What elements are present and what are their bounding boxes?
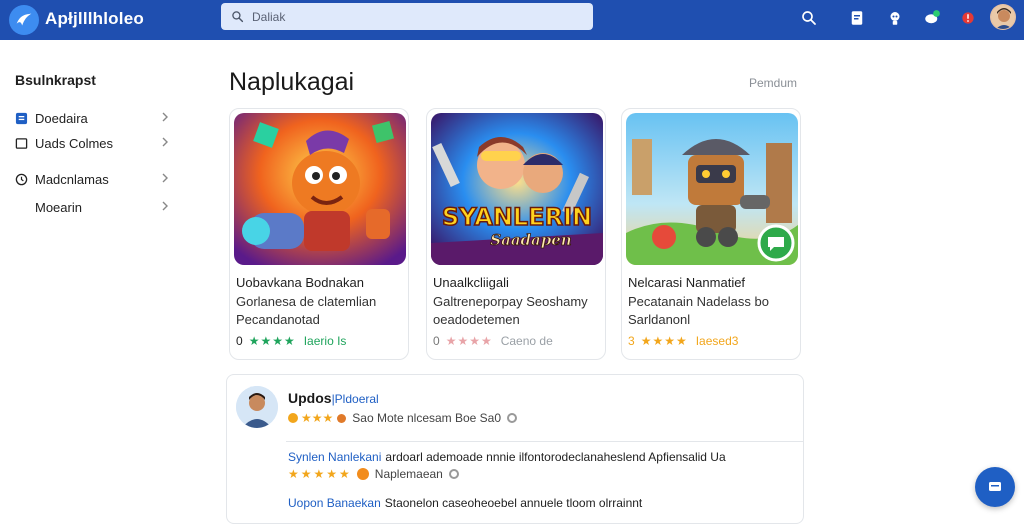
user-avatar[interactable] — [990, 4, 1016, 30]
app-thumbnail: SYANLERIN Saadapen — [431, 113, 603, 265]
app-description: Pecatanain Nadelass bo Sarldanonl — [628, 294, 769, 327]
rating-stars-icon: ★★★★ — [640, 334, 688, 348]
reviewer-avatar[interactable] — [236, 386, 278, 428]
top-app-bar: Apłjlllhloleo — [0, 0, 1024, 40]
square-icon — [14, 136, 28, 150]
sidebar-item-3[interactable]: Moearin — [14, 196, 174, 218]
badge-icon — [288, 413, 298, 423]
app-title: Nelcarasi Nanmatief — [628, 275, 746, 290]
review-stars-icon: ★★★★★ — [288, 467, 352, 481]
reviewer-stars-icon: ★★★ — [301, 411, 334, 425]
review-author-link[interactable]: Uopon Banaekan — [288, 496, 381, 510]
search-input[interactable] — [252, 9, 572, 24]
rating-value: 3 — [628, 334, 635, 348]
app-rating: 0 ★★★★ Iaerio Is — [236, 334, 346, 348]
review-rating: ★★★★★ Naplemaean — [288, 467, 459, 481]
app-description: Galtreneporpay Seoshamy oeadodetemen — [433, 294, 588, 327]
sidebar-item-label: Uads Colmes — [35, 135, 114, 151]
sidebar-item-2[interactable]: Madcnlamas — [14, 168, 174, 190]
rating-value: 0 — [433, 334, 440, 348]
art-title-text: SYANLERIN — [442, 203, 592, 231]
reviewer-meta-text: Sao Mote nlcesam Boe Sa0 — [352, 411, 502, 425]
search-bar[interactable] — [221, 3, 593, 30]
app-title: Apłjlllhloleo — [45, 9, 144, 28]
rating-count: Iaesed3 — [695, 334, 739, 348]
review-meta: Naplemaean — [374, 467, 443, 481]
rating-stars-icon: ★★★★ — [248, 334, 296, 348]
sidebar-item-0[interactable]: Doedaira — [14, 107, 174, 129]
chevron-right-icon — [162, 173, 168, 183]
info-icon — [337, 413, 347, 423]
rating-stars-icon: ★★★★ — [445, 334, 493, 348]
help-icon[interactable] — [448, 469, 459, 479]
app-rating: 3 ★★★★ Iaesed3 — [628, 334, 738, 348]
coin-icon — [356, 468, 369, 480]
see-more-link[interactable]: Pemdum — [749, 76, 797, 90]
sidebar-item-label: Moearin — [35, 199, 82, 215]
sidebar-title: Bsulnkrapst — [15, 72, 96, 88]
app-description: Gorlanesa de clatemlian Pecandanotad — [236, 294, 377, 327]
reviewer-name[interactable]: Updos|Pldoeral — [288, 390, 379, 406]
message-fab-button[interactable] — [975, 467, 1015, 507]
header-search-icon[interactable] — [797, 6, 821, 30]
app-card-2[interactable]: Nelcarasi Nanmatief Pecatanain Nadelass … — [621, 108, 801, 360]
section-title: Naplukagai — [229, 68, 355, 96]
app-title: Unaalkcliigali — [433, 275, 509, 290]
chat-notification-icon[interactable] — [920, 6, 944, 30]
message-icon — [989, 482, 1001, 491]
reviewer-role: |Pldoeral — [331, 392, 379, 406]
app-thumbnail — [626, 113, 798, 265]
app-title: Uobavkana Bodnakan — [236, 275, 364, 290]
app-rating: 0 ★★★★ Caeno de — [433, 334, 553, 348]
divider — [286, 441, 804, 442]
sidebar-item-label: Doedaira — [35, 110, 88, 126]
sidebar-item-1[interactable]: Uads Colmes — [14, 132, 174, 154]
support-icon[interactable] — [883, 6, 907, 30]
rating-value: 0 — [236, 334, 243, 348]
app-card-1[interactable]: SYANLERIN Saadapen Unaalkcliigali Galtre… — [426, 108, 606, 360]
art-subtitle-text: Saadapen — [490, 231, 571, 249]
help-icon[interactable] — [507, 413, 518, 423]
chevron-right-icon — [162, 137, 168, 147]
sidebar-item-label: Madcnlamas — [35, 171, 109, 187]
review-line-1[interactable]: Uopon Banaekan Staonelon caseoheoebel ann… — [288, 496, 642, 510]
document-icon[interactable] — [845, 6, 869, 30]
review-text: Staonelon caseoheoebel annuele tloom olr… — [384, 496, 643, 510]
review-author-link[interactable]: Synlen Nanlekani — [288, 450, 381, 464]
chevron-right-icon — [162, 201, 168, 211]
app-thumbnail — [234, 113, 406, 265]
review-line-0[interactable]: Synlen Nanlekani ardoarl ademoade nnnie i… — [288, 450, 726, 464]
clock-icon — [14, 172, 28, 186]
review-text: ardoarl ademoade nnnie ilfontorodeclanah… — [385, 450, 726, 464]
rating-count: Iaerio Is — [303, 334, 347, 348]
reviewer-meta: ★★★ Sao Mote nlcesam Boe Sa0 — [288, 411, 518, 425]
list-icon — [14, 111, 28, 125]
app-logo-icon[interactable] — [9, 5, 39, 35]
search-icon — [232, 11, 244, 23]
reviewer-name-text: Updos — [288, 390, 332, 406]
rating-count: Caeno de — [500, 334, 553, 348]
alert-icon[interactable] — [956, 6, 980, 30]
app-card-0[interactable]: Uobavkana Bodnakan Gorlanesa de clatemli… — [229, 108, 409, 360]
chevron-right-icon — [162, 112, 168, 122]
